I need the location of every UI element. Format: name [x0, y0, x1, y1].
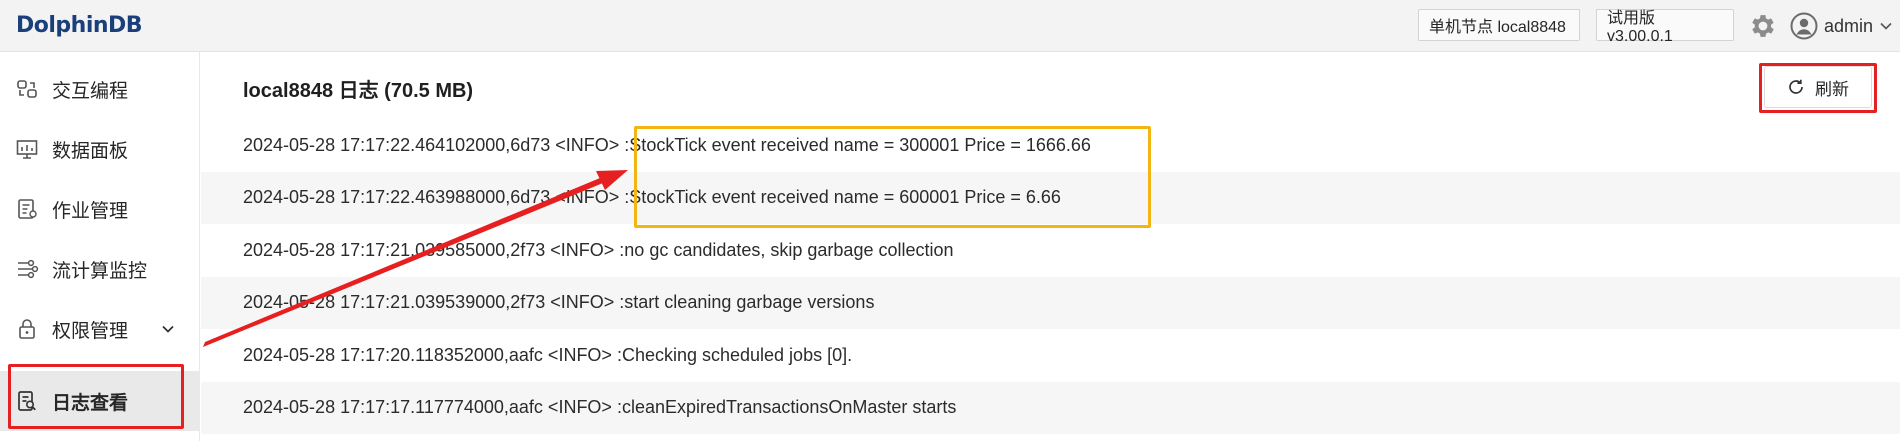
sidebar-item-dashboard[interactable]: 数据面板: [0, 121, 200, 177]
sidebar: 交互编程 数据面板 作业管理 流计算监控 权限管理 日志查看: [0, 52, 200, 441]
page: DolphinDB 单机节点 local8848 试用版 v3.00.0.1 a…: [0, 0, 1900, 441]
logo-text: DolphinDB: [16, 12, 143, 38]
sidebar-item-label: 日志查看: [52, 392, 129, 414]
log-list: 2024-05-28 17:17:22.464102000,6d73 <INFO…: [201, 119, 1900, 434]
sidebar-item-logs[interactable]: 日志查看: [0, 371, 200, 431]
sidebar-item-stream[interactable]: 流计算监控: [0, 241, 200, 297]
sidebar-item-label: 数据面板: [52, 140, 129, 162]
refresh-icon: [1789, 79, 1803, 94]
log-row: 2024-05-28 17:17:21.039539000,2f73 <INFO…: [201, 276, 1900, 329]
node-badge-button[interactable]: 单机节点 local8848: [1418, 9, 1580, 41]
log-row: 2024-05-28 17:17:22.463988000,6d73 <INFO…: [201, 171, 1900, 224]
chevron-down-icon: [162, 325, 174, 333]
refresh-label: 刷新: [1815, 79, 1849, 99]
sidebar-item-label: 权限管理: [52, 320, 129, 342]
job-icon: [14, 196, 40, 222]
logo[interactable]: DolphinDB: [16, 11, 143, 39]
log-row: 2024-05-28 17:17:17.117774000,aafc <INFO…: [201, 381, 1900, 434]
user-menu[interactable]: admin: [1790, 10, 1893, 42]
refresh-button[interactable]: 刷新: [1764, 66, 1872, 108]
sidebar-item-label: 流计算监控: [52, 260, 148, 282]
log-view-icon: [14, 388, 40, 414]
main-content: local8848 日志 (70.5 MB) 刷新 2024-05-28 17:…: [201, 52, 1900, 441]
sidebar-item-label: 作业管理: [52, 200, 129, 222]
lock-icon: [14, 316, 40, 342]
user-avatar-icon: [1790, 12, 1818, 40]
page-title: local8848 日志 (70.5 MB): [243, 80, 474, 102]
sidebar-item-interactive[interactable]: 交互编程: [0, 61, 200, 117]
sidebar-item-label: 交互编程: [52, 80, 129, 102]
log-row: 2024-05-28 17:17:21.039585000,2f73 <INFO…: [201, 224, 1900, 277]
gear-icon[interactable]: [1748, 11, 1778, 41]
dashboard-icon: [14, 136, 40, 162]
log-row: 2024-05-28 17:17:20.118352000,aafc <INFO…: [201, 329, 1900, 382]
stream-icon: [14, 256, 40, 282]
sidebar-item-permissions[interactable]: 权限管理: [0, 301, 200, 357]
log-row: 2024-05-28 17:17:22.464102000,6d73 <INFO…: [201, 119, 1900, 172]
version-badge-button[interactable]: 试用版 v3.00.0.1: [1596, 9, 1734, 45]
chevron-down-icon: [1880, 22, 1892, 30]
top-bar: DolphinDB 单机节点 local8848 试用版 v3.00.0.1 a…: [0, 0, 1900, 52]
sidebar-item-jobs[interactable]: 作业管理: [0, 181, 200, 237]
interactive-icon: [14, 76, 40, 102]
user-name: admin: [1824, 15, 1874, 36]
